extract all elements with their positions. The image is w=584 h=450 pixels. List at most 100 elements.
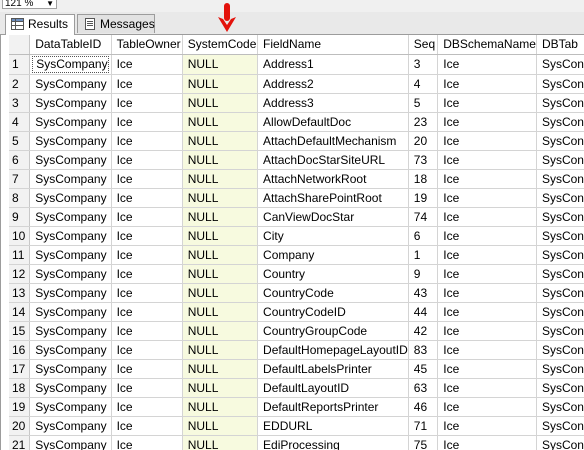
table-cell[interactable]: SysCon xyxy=(536,74,584,94)
table-cell[interactable]: SysCon xyxy=(536,207,584,227)
table-cell[interactable]: Ice xyxy=(111,226,183,246)
table-row[interactable]: 10 SysCompany Ice NULL City 6 Ice SysCon xyxy=(9,226,584,246)
table-cell[interactable]: NULL xyxy=(182,226,259,246)
table-cell[interactable]: NULL xyxy=(182,112,259,132)
table-cell[interactable]: Ice xyxy=(437,340,537,360)
table-cell[interactable]: SysCompany xyxy=(29,283,112,303)
table-cell[interactable]: 71 xyxy=(408,416,439,436)
table-cell[interactable]: SysCon xyxy=(536,245,584,265)
table-cell[interactable]: CanViewDocStar xyxy=(257,207,409,227)
table-cell[interactable]: Ice xyxy=(111,416,183,436)
table-cell[interactable]: 75 xyxy=(408,435,439,450)
table-cell[interactable]: SysCon xyxy=(536,188,584,208)
table-row[interactable]: 7 SysCompany Ice NULL AttachNetworkRoot 18 Ice… xyxy=(9,169,584,189)
table-cell[interactable]: 9 xyxy=(408,264,439,284)
table-cell[interactable]: SysCompany xyxy=(29,245,112,265)
table-cell[interactable]: SysCompany xyxy=(29,112,112,132)
table-cell[interactable]: SysCon xyxy=(536,150,584,170)
table-cell[interactable]: Ice xyxy=(111,264,183,284)
table-cell[interactable]: SysCompany xyxy=(29,264,112,284)
table-cell[interactable]: NULL xyxy=(182,302,259,322)
table-cell[interactable]: SysCompany xyxy=(29,54,112,75)
table-cell[interactable]: Ice xyxy=(437,302,537,322)
table-cell[interactable]: SysCon xyxy=(536,169,584,189)
table-cell[interactable]: Ice xyxy=(437,226,537,246)
table-cell[interactable]: NULL xyxy=(182,397,259,417)
table-cell[interactable]: SysCon xyxy=(536,359,584,379)
table-cell[interactable]: Ice xyxy=(111,207,183,227)
tab-results[interactable]: Results xyxy=(5,14,75,35)
table-cell[interactable]: Ice xyxy=(111,283,183,303)
table-cell[interactable]: SysCon xyxy=(536,321,584,341)
table-cell[interactable]: 5 xyxy=(408,93,439,113)
column-header[interactable]: DBSchemaName xyxy=(437,35,537,55)
table-cell[interactable]: NULL xyxy=(182,321,259,341)
table-cell[interactable]: 19 xyxy=(408,188,439,208)
column-header[interactable]: Seq xyxy=(408,35,439,55)
table-row[interactable]: 9 SysCompany Ice NULL CanViewDocStar 74 Ice Sys… xyxy=(9,207,584,227)
table-cell[interactable]: Ice xyxy=(111,112,183,132)
table-cell[interactable]: 74 xyxy=(408,207,439,227)
table-cell[interactable]: NULL xyxy=(182,340,259,360)
table-cell[interactable]: 4 xyxy=(408,74,439,94)
table-cell[interactable]: SysCon xyxy=(536,283,584,303)
table-cell[interactable]: Ice xyxy=(111,131,183,151)
table-cell[interactable]: SysCompany xyxy=(29,340,112,360)
table-cell[interactable]: Ice xyxy=(437,54,537,75)
table-cell[interactable]: NULL xyxy=(182,416,259,436)
table-cell[interactable]: Ice xyxy=(111,74,183,94)
table-cell[interactable]: DefaultReportsPrinter xyxy=(257,397,409,417)
table-cell[interactable]: Ice xyxy=(437,264,537,284)
table-cell[interactable]: Ice xyxy=(111,340,183,360)
table-cell[interactable]: SysCompany xyxy=(29,321,112,341)
tab-messages[interactable]: Messages xyxy=(77,14,155,33)
table-cell[interactable]: 3 xyxy=(408,54,439,75)
table-cell[interactable]: 46 xyxy=(408,397,439,417)
table-cell[interactable]: 23 xyxy=(408,112,439,132)
table-row[interactable]: 20 SysCompany Ice NULL EDDURL 71 Ice SysCon xyxy=(9,416,584,436)
table-cell[interactable]: Ice xyxy=(437,397,537,417)
table-cell[interactable]: Ice xyxy=(111,435,183,450)
table-cell[interactable]: DefaultHomepageLayoutID xyxy=(257,340,409,360)
table-cell[interactable]: NULL xyxy=(182,359,259,379)
table-cell[interactable]: NULL xyxy=(182,264,259,284)
table-cell[interactable]: SysCon xyxy=(536,54,584,75)
table-cell[interactable]: 73 xyxy=(408,150,439,170)
table-cell[interactable]: CountryCode xyxy=(257,283,409,303)
table-cell[interactable]: Ice xyxy=(111,302,183,322)
table-cell[interactable]: Address2 xyxy=(257,74,409,94)
table-cell[interactable]: NULL xyxy=(182,74,259,94)
table-cell[interactable]: Address1 xyxy=(257,54,409,75)
table-cell[interactable]: AllowDefaultDoc xyxy=(257,112,409,132)
table-cell[interactable]: SysCon xyxy=(536,226,584,246)
table-cell[interactable]: 43 xyxy=(408,283,439,303)
table-cell[interactable]: 6 xyxy=(408,226,439,246)
table-cell[interactable]: SysCompany xyxy=(29,74,112,94)
table-cell[interactable]: SysCompany xyxy=(29,150,112,170)
table-cell[interactable]: Ice xyxy=(437,416,537,436)
table-cell[interactable]: NULL xyxy=(182,435,259,450)
table-cell[interactable]: SysCon xyxy=(536,378,584,398)
table-cell[interactable]: SysCompany xyxy=(29,226,112,246)
table-cell[interactable]: Ice xyxy=(437,245,537,265)
table-cell[interactable]: 42 xyxy=(408,321,439,341)
table-row[interactable]: 13 SysCompany Ice NULL CountryCode 43 Ice SysCo… xyxy=(9,283,584,303)
table-row[interactable]: 15 SysCompany Ice NULL CountryGroupCode 42 Ice… xyxy=(9,321,584,341)
table-row[interactable]: 1 SysCompany Ice NULL Address1 3 Ice SysCon xyxy=(9,54,584,75)
table-row[interactable]: 8 SysCompany Ice NULL AttachSharePointRoot 19… xyxy=(9,188,584,208)
column-header[interactable]: TableOwner xyxy=(111,35,183,55)
table-cell[interactable]: Ice xyxy=(111,321,183,341)
table-cell[interactable]: 83 xyxy=(408,340,439,360)
table-cell[interactable]: AttachDefaultMechanism xyxy=(257,131,409,151)
table-row[interactable]: 5 SysCompany Ice NULL AttachDefaultMechanism… xyxy=(9,131,584,151)
table-cell[interactable]: 1 xyxy=(408,245,439,265)
table-cell[interactable]: Ice xyxy=(111,188,183,208)
table-row[interactable]: 11 SysCompany Ice NULL Company 1 Ice SysCon xyxy=(9,245,584,265)
table-cell[interactable]: NULL xyxy=(182,283,259,303)
table-cell[interactable]: SysCon xyxy=(536,416,584,436)
results-grid[interactable]: DataTableID TableOwner SystemCode FieldN… xyxy=(0,35,584,450)
table-cell[interactable]: SysCompany xyxy=(29,188,112,208)
table-cell[interactable]: Ice xyxy=(437,169,537,189)
table-row[interactable]: 4 SysCompany Ice NULL AllowDefaultDoc 23 Ice Sy… xyxy=(9,112,584,132)
table-cell[interactable]: 63 xyxy=(408,378,439,398)
